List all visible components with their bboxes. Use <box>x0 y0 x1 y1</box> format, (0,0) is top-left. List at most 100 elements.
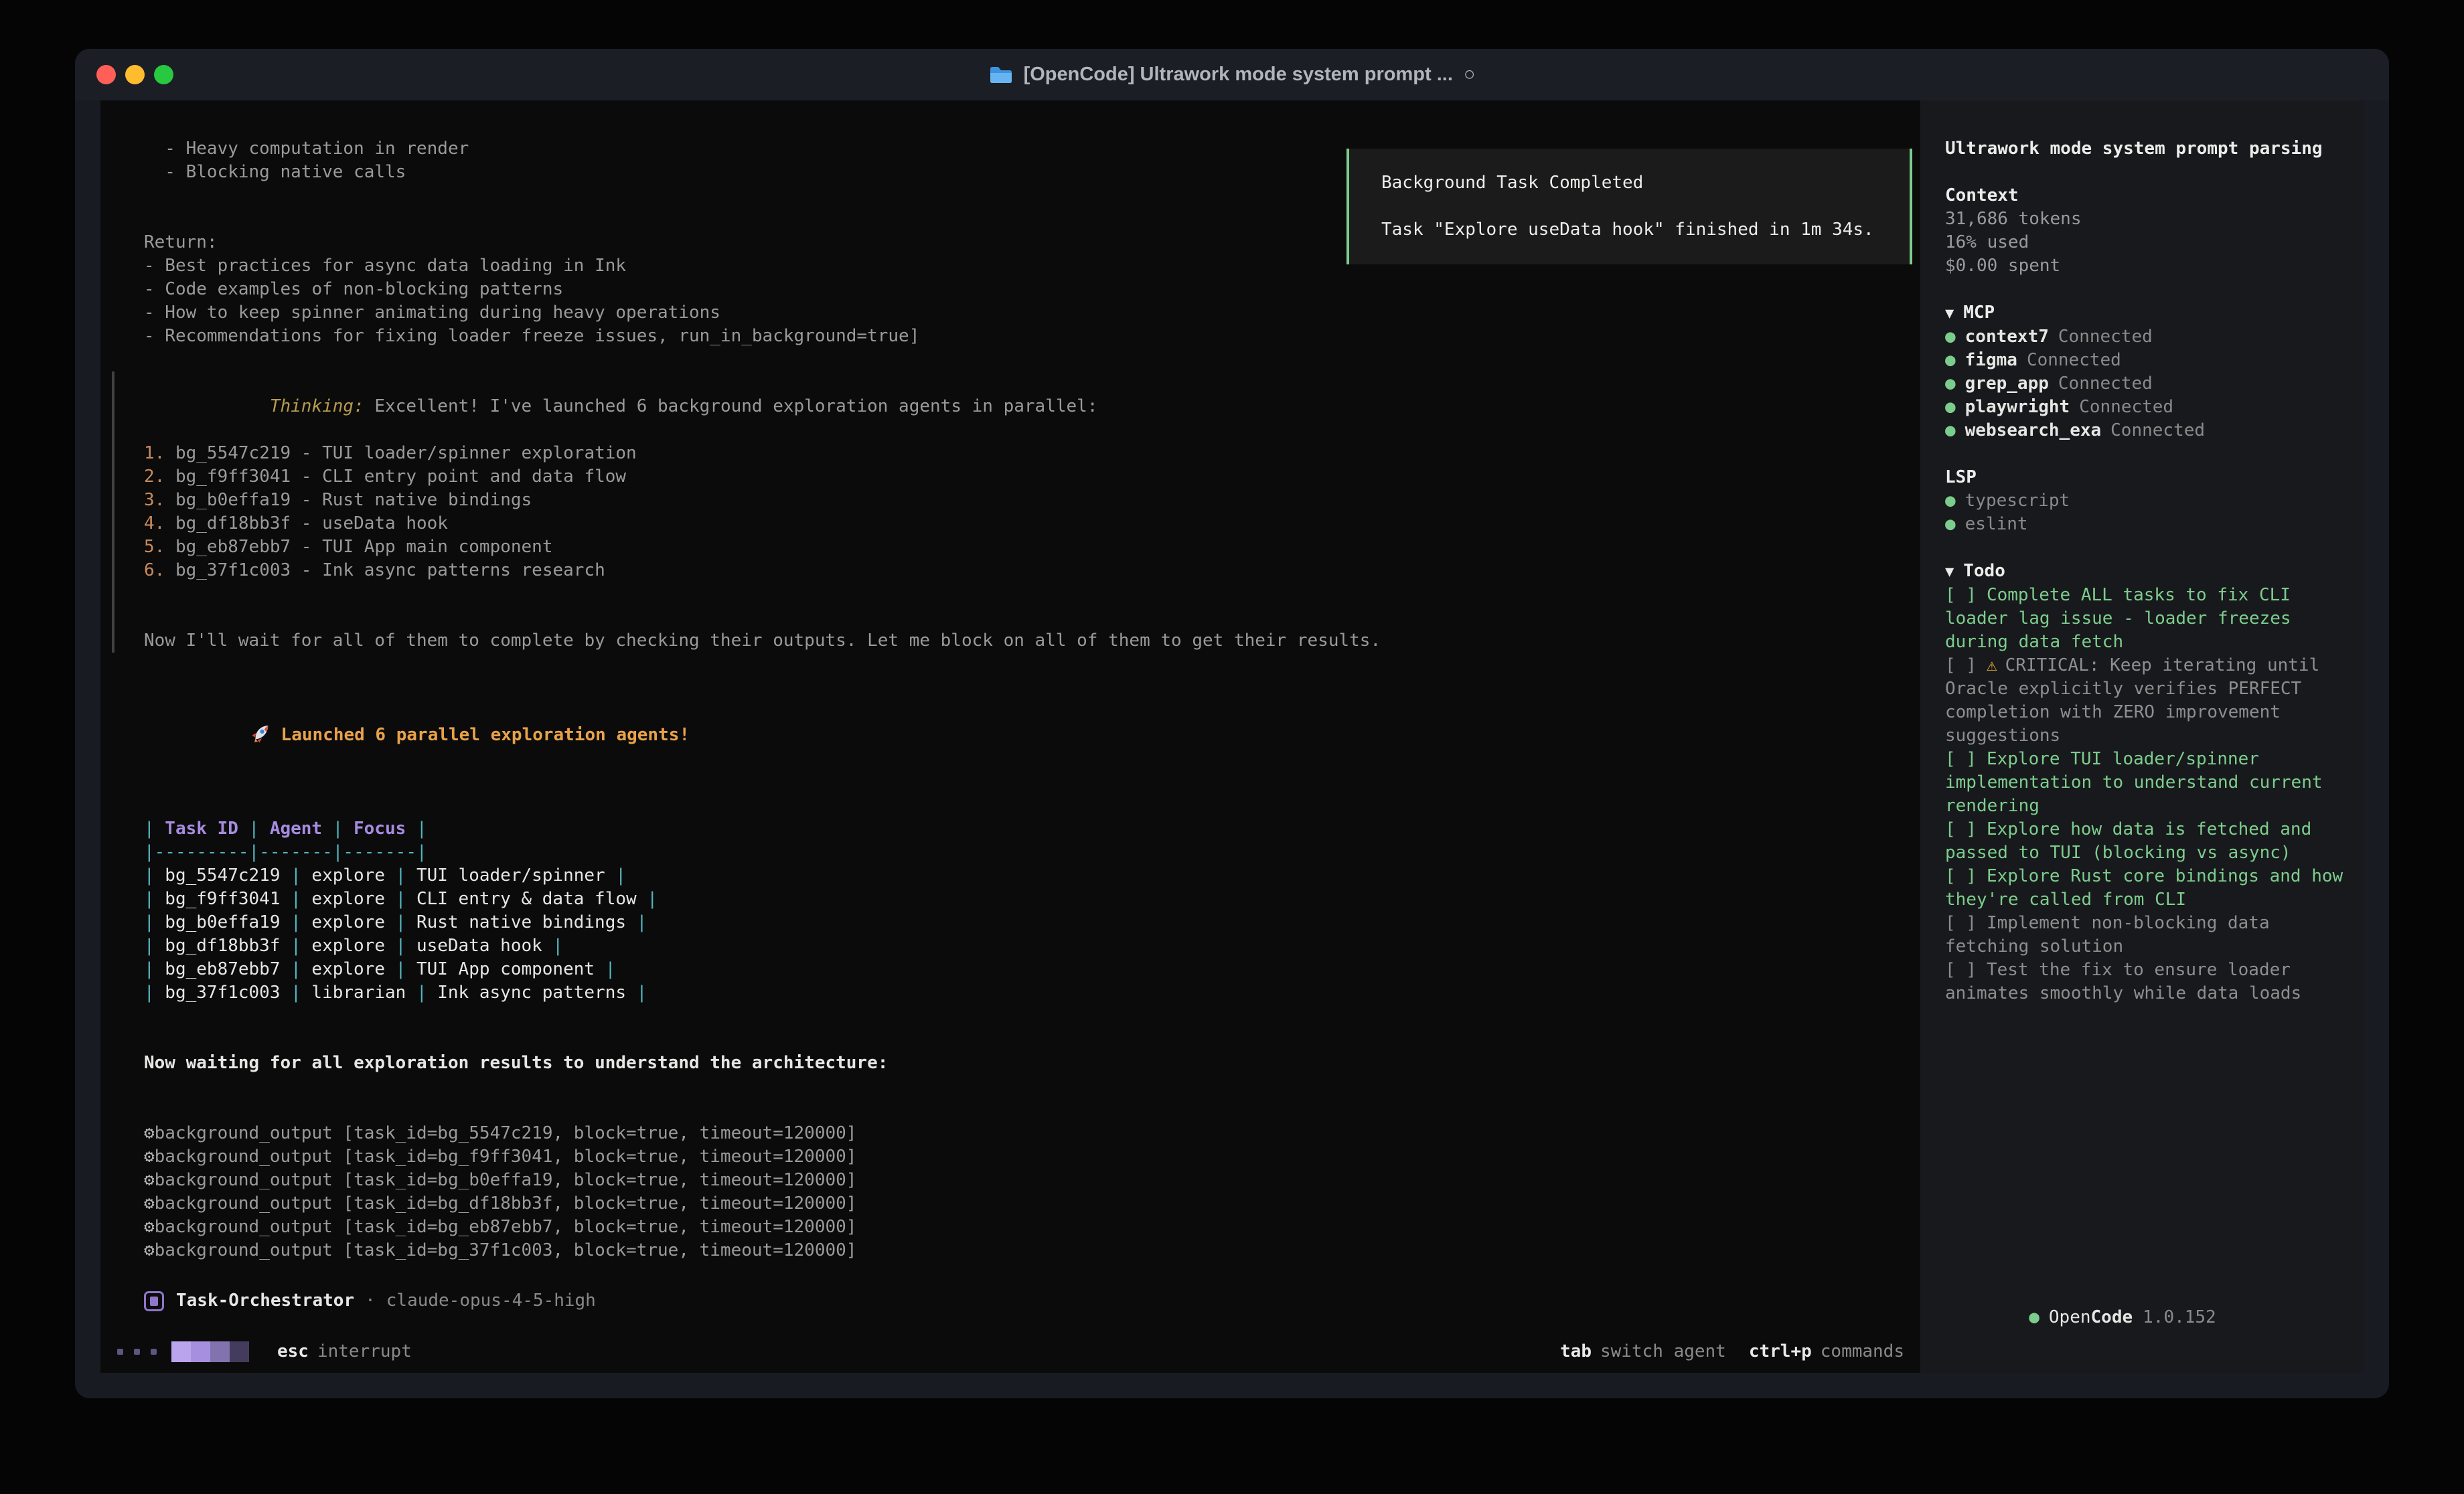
table-cell: explore <box>301 959 396 979</box>
pipe: | <box>291 959 301 979</box>
table-cell: bg_f9ff3041 <box>155 889 291 909</box>
status-dot-icon: ● <box>1945 397 1956 417</box>
mcp-name: websearch_exa <box>1965 420 2102 440</box>
pipe: | <box>144 889 155 909</box>
thinking-list-item: 3. bg_b0effa19 - Rust native bindings <box>144 489 1912 512</box>
context-tokens: 31,686 tokens <box>1945 208 2343 231</box>
list-text: bg_5547c219 - TUI loader/spinner explora… <box>165 443 636 463</box>
thinking-list-item: 5. bg_eb87ebb7 - TUI App main component <box>144 535 1912 559</box>
todo-text: Implement non-blocking data fetching sol… <box>1945 913 2280 957</box>
pipe: | <box>647 889 658 909</box>
ctrlp-key-hint: ctrl+p <box>1749 1340 1812 1363</box>
list-text: bg_37f1c003 - Ink async patterns researc… <box>165 560 605 580</box>
agent-name: Task-Orchestrator <box>176 1289 354 1313</box>
table-cell: bg_eb87ebb7 <box>155 959 291 979</box>
lsp-name: eslint <box>1965 514 2028 534</box>
pipe: | <box>144 936 155 956</box>
pipe: | <box>396 912 406 932</box>
pipe: | <box>144 959 155 979</box>
checkbox-icon: [ ] <box>1945 749 1977 769</box>
output-line: - How to keep spinner animating during h… <box>144 301 1912 325</box>
pipe: | <box>396 889 406 909</box>
table-row: |bg_37f1c003|librarian|Ink async pattern… <box>144 981 1912 1005</box>
pipe: | <box>291 912 301 932</box>
pipe: | <box>144 983 155 1003</box>
app-version-footer: ●OpenCode1.0.152 <box>1945 1282 2343 1353</box>
status-dot-icon: ● <box>1945 350 1956 370</box>
todo-item: [ ]Explore TUI loader/spinner implementa… <box>1945 748 2343 818</box>
mcp-status: Connected <box>2110 420 2205 440</box>
pipe: | <box>637 983 647 1003</box>
tool-call-line: ⚙background_output [task_id=bg_eb87ebb7,… <box>144 1216 1912 1239</box>
tab-key-label: switch agent <box>1600 1340 1726 1363</box>
checkbox-icon: [ ] <box>1945 866 1977 886</box>
launch-line: Launched 6 parallel exploration agents! <box>144 699 1912 770</box>
todo-text: Test the fix to ensure loader animates s… <box>1945 960 2301 1003</box>
checkbox-icon: [ ] <box>1945 960 1977 980</box>
checkbox-icon: [ ] <box>1945 585 1977 605</box>
mcp-status: Connected <box>2027 350 2121 370</box>
gear-icon: ⚙ <box>144 1170 155 1190</box>
pipe: | <box>144 865 155 886</box>
table-cell: bg_5547c219 <box>155 865 291 886</box>
todo-item: [ ]⚠CRITICAL: Keep iterating until Oracl… <box>1945 654 2343 748</box>
orchestrator-icon <box>144 1291 164 1311</box>
lsp-name: typescript <box>1965 491 2070 511</box>
todo-item: [ ]Implement non-blocking data fetching … <box>1945 912 2343 959</box>
mcp-status: Connected <box>2079 397 2173 417</box>
output-line: - Recommendations for fixing loader free… <box>144 325 1912 348</box>
mcp-status: Connected <box>2058 374 2153 394</box>
mcp-section-header[interactable]: ▼MCP <box>1945 301 2343 325</box>
table-header-cell: Focus <box>343 819 416 839</box>
table-cell: useData hook <box>406 936 552 956</box>
mcp-heading: MCP <box>1963 303 1995 323</box>
agent-model: claude-opus-4-5-high <box>386 1289 596 1313</box>
list-number: 2. <box>144 467 165 487</box>
todo-text: Explore Rust core bindings and how they'… <box>1945 866 2354 910</box>
checkbox-icon: [ ] <box>1945 655 1977 675</box>
mcp-item: ● playwright Connected <box>1945 396 2343 419</box>
table-row: |bg_f9ff3041|explore|CLI entry & data fl… <box>144 888 1912 911</box>
esc-key-hint: esc <box>277 1340 309 1363</box>
lsp-item: ●typescript <box>1945 489 2343 513</box>
pipe: | <box>396 959 406 979</box>
app-name-bold: Code <box>2091 1307 2133 1327</box>
tool-call-line: ⚙background_output [task_id=bg_b0effa19,… <box>144 1169 1912 1192</box>
lsp-heading: LSP <box>1945 466 2343 489</box>
todo-text: Explore how data is fetched and passed t… <box>1945 819 2322 863</box>
tool-call-line: ⚙background_output [task_id=bg_5547c219,… <box>144 1122 1912 1145</box>
todo-item: [ ]Test the fix to ensure loader animate… <box>1945 959 2343 1005</box>
toast-title: Background Task Completed <box>1381 171 1910 195</box>
list-number: 6. <box>144 560 165 580</box>
table-cell: CLI entry & data flow <box>406 889 647 909</box>
mcp-name: context7 <box>1965 327 2049 347</box>
agent-separator: · <box>365 1289 376 1313</box>
status-dot-icon: ● <box>1945 514 1956 534</box>
pipe: | <box>291 865 301 886</box>
mcp-item: ●context7Connected <box>1945 325 2343 349</box>
table-row: |bg_eb87ebb7|explore|TUI App component| <box>144 958 1912 981</box>
terminal-scrollback[interactable]: - Heavy computation in render - Blocking… <box>100 100 1920 1330</box>
status-dot-icon: ● <box>1945 327 1956 347</box>
title-bar[interactable]: [OpenCode] Ultrawork mode system prompt … <box>75 49 2389 100</box>
launch-text: Launched 6 parallel exploration agents! <box>281 725 690 745</box>
pipe: | <box>144 912 155 932</box>
list-number: 5. <box>144 537 165 557</box>
thinking-list-item: 6. bg_37f1c003 - Ink async patterns rese… <box>144 559 1912 582</box>
table-cell: explore <box>301 865 396 886</box>
todo-heading: Todo <box>1963 561 2005 581</box>
todo-item: [ ]Explore Rust core bindings and how th… <box>1945 865 2343 912</box>
thinking-block: Thinking: Excellent! I've launched 6 bac… <box>112 371 1912 653</box>
pipe: | <box>333 819 343 839</box>
context-spent: $0.00 spent <box>1945 254 2343 278</box>
gear-icon: ⚙ <box>144 1123 155 1143</box>
mcp-name: playwright <box>1965 397 2070 417</box>
terminal-window: [OpenCode] Ultrawork mode system prompt … <box>75 49 2389 1398</box>
todo-section-header[interactable]: ▼Todo <box>1945 560 2343 584</box>
checkbox-icon: [ ] <box>1945 913 1977 933</box>
table-cell: explore <box>301 936 396 956</box>
mcp-item: ●websearch_exaConnected <box>1945 419 2343 442</box>
table-cell: Ink async patterns <box>427 983 637 1003</box>
mcp-name: grep_app <box>1965 374 2049 394</box>
gear-icon: ⚙ <box>144 1147 155 1167</box>
